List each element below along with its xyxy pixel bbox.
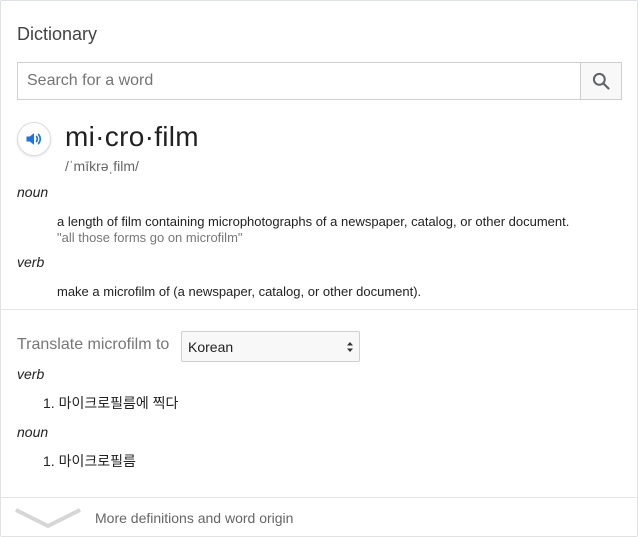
language-select[interactable]: Korean <box>181 331 360 362</box>
example-noun: "all those forms go on microfilm" <box>57 230 243 245</box>
part-of-speech-verb: verb <box>17 254 45 270</box>
part-of-speech-noun: noun <box>17 184 49 200</box>
select-arrows-icon <box>347 342 353 352</box>
pronunciation-audio-button[interactable] <box>17 122 51 156</box>
translation-pos-noun: noun <box>17 424 49 440</box>
section-divider <box>1 309 637 310</box>
pronunciation: /ˈmīkrəˌfilm/ <box>65 158 139 174</box>
more-definitions-label: More definitions and word origin <box>95 510 294 526</box>
speaker-icon <box>26 133 42 145</box>
headword: mi·cro·film <box>65 121 199 152</box>
definition-verb: make a microfilm of (a newspaper, catalo… <box>57 284 422 299</box>
translate-label: Translate microfilm to <box>17 336 170 353</box>
search-button[interactable] <box>580 63 621 99</box>
chevron-down-icon <box>15 508 81 528</box>
card-title: Dictionary <box>17 24 98 44</box>
dictionary-card: Dictionary mi·cro·film /ˈmīkrəˌfilm/ nou… <box>0 0 638 537</box>
search-box <box>17 62 622 100</box>
definition-noun: a length of film containing microphotogr… <box>57 214 570 229</box>
more-definitions-button[interactable]: More definitions and word origin <box>1 498 637 537</box>
search-input[interactable] <box>18 63 580 99</box>
search-icon <box>592 72 610 90</box>
translation-item-noun: 1. 마이크로필름 <box>43 453 136 469</box>
translation-item-verb: 1. 마이크로필름에 찍다 <box>43 395 179 411</box>
translation-pos-verb: verb <box>17 366 45 382</box>
language-select-value: Korean <box>188 338 234 355</box>
